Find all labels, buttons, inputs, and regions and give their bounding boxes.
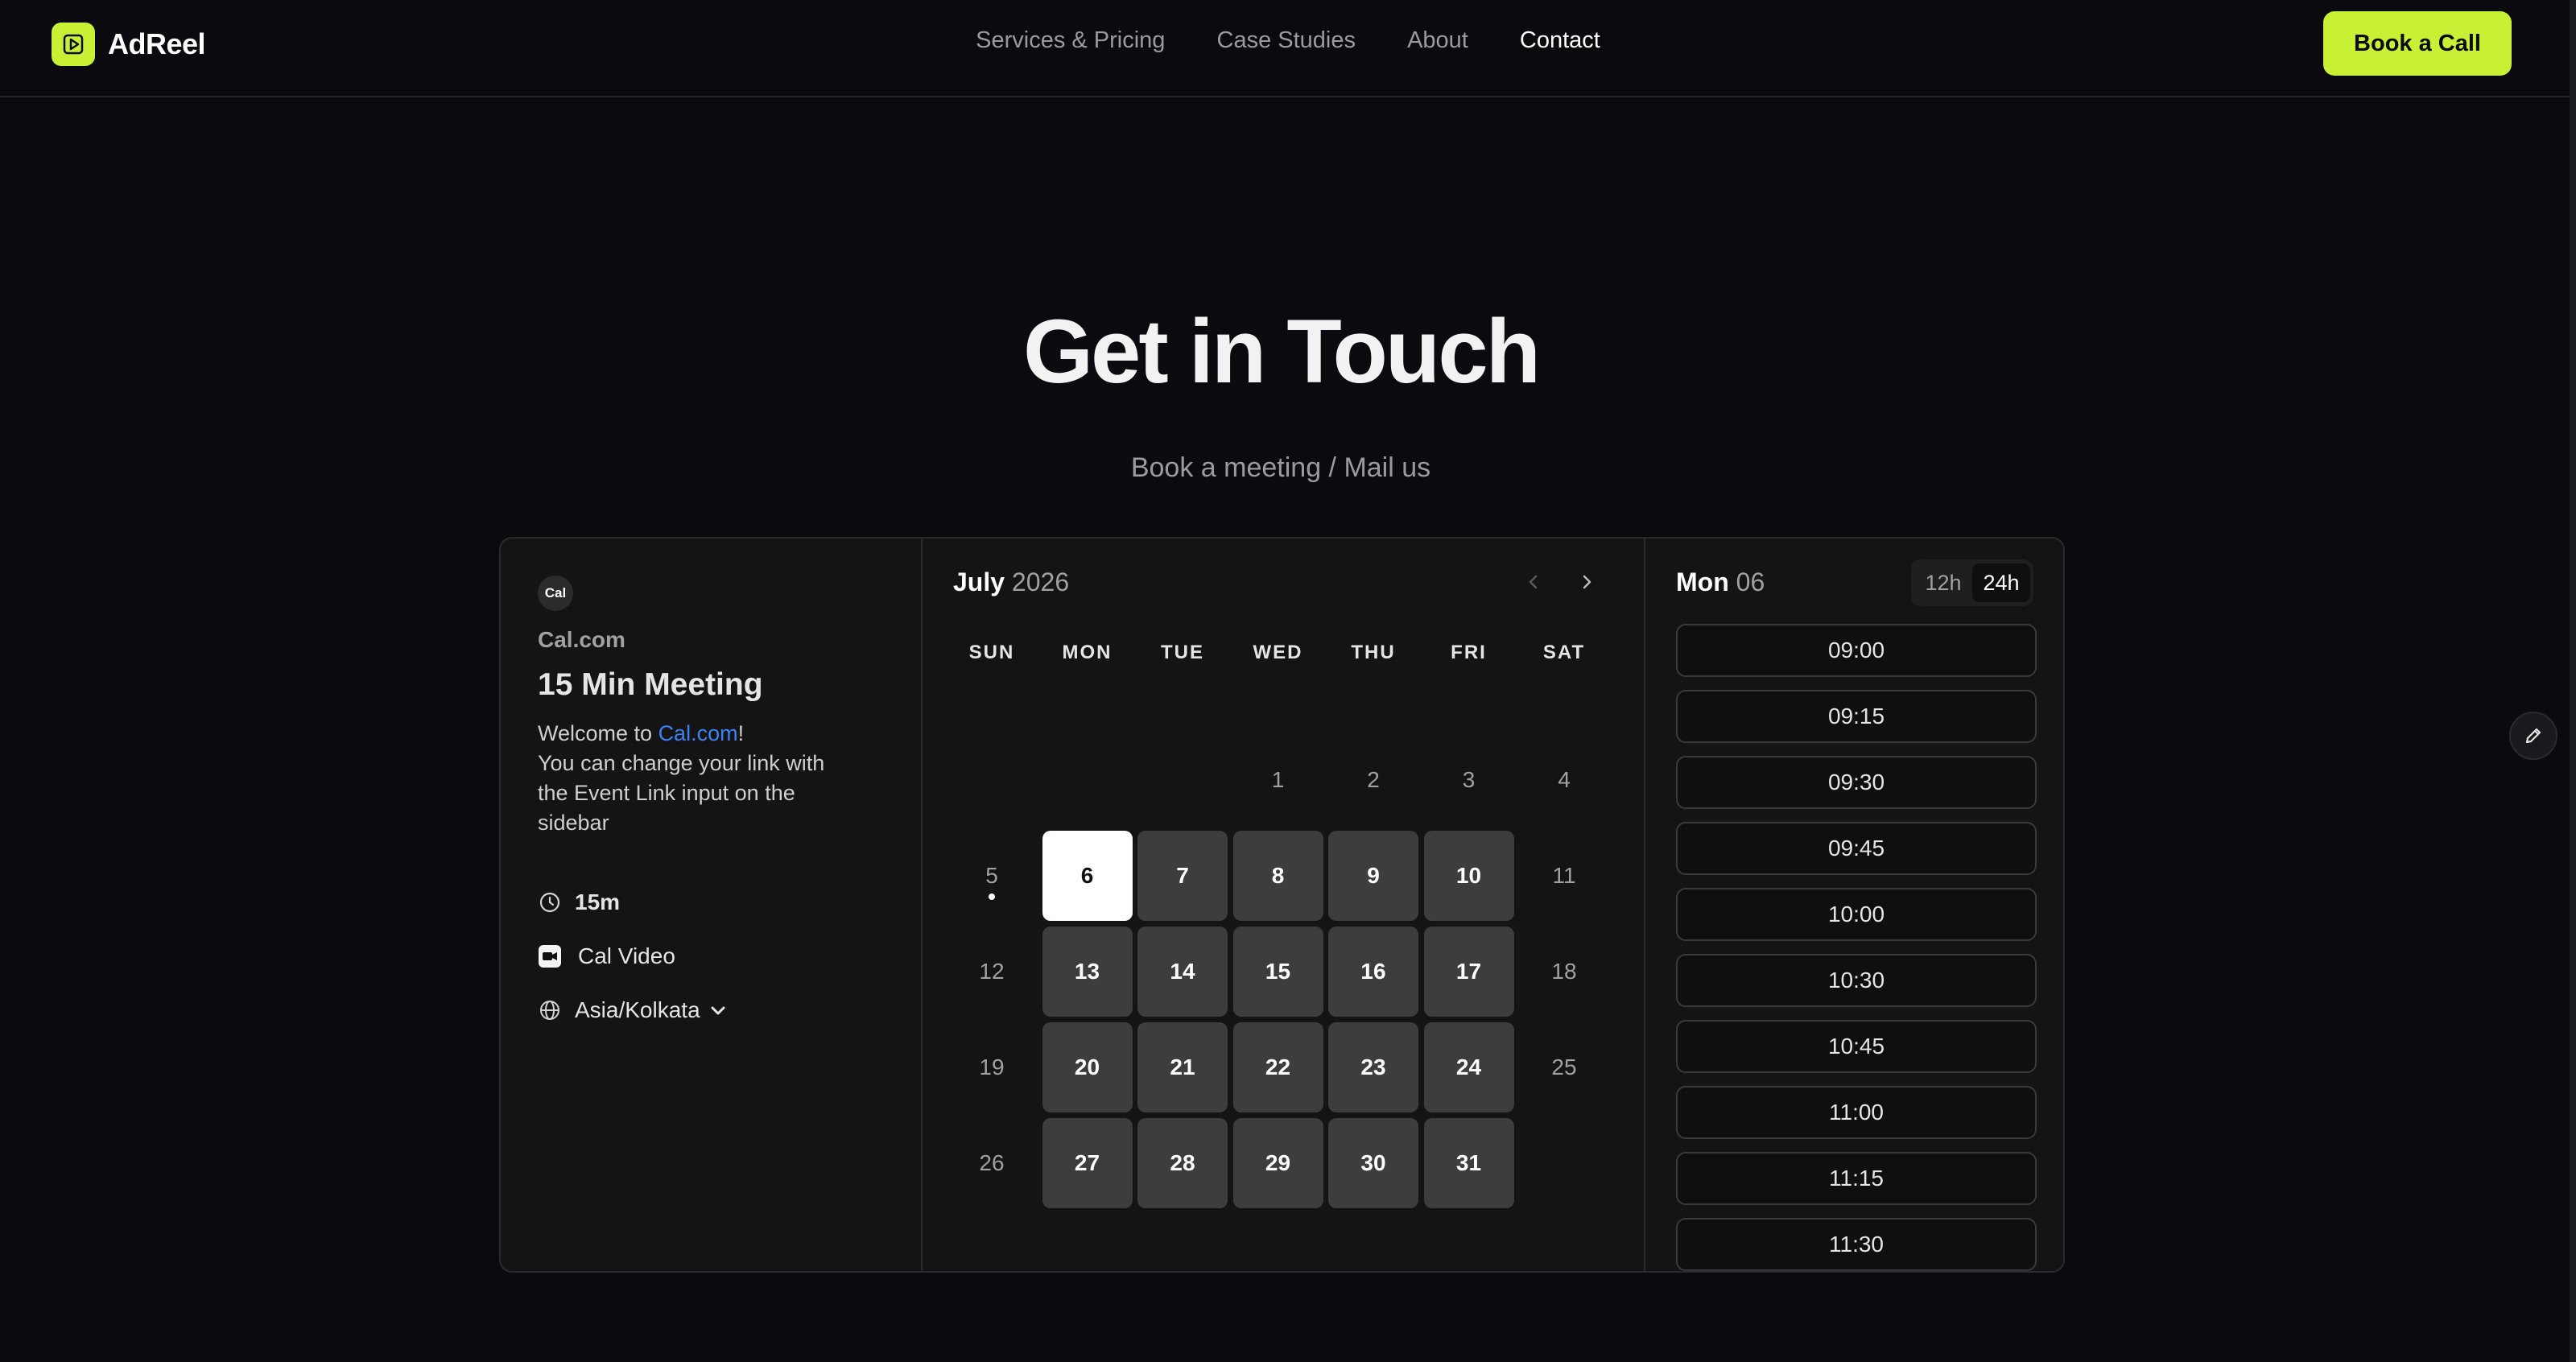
nav-link-services[interactable]: Services & Pricing [976, 27, 1165, 53]
edit-button[interactable] [2509, 712, 2557, 760]
chevron-down-icon [708, 1001, 728, 1020]
year-label: 2026 [1011, 568, 1070, 596]
time-slot-button[interactable]: 10:30 [1676, 954, 2037, 1007]
selected-date-label: Mon 06 [1676, 568, 1765, 597]
calendar-day: 1 [1271, 767, 1285, 792]
time-format-toggle: 12h 24h [1911, 559, 2033, 606]
calendar-day: 12 [979, 959, 1005, 984]
time-slot-button[interactable]: 11:15 [1676, 1152, 2037, 1205]
calendar-day-available[interactable]: 16 [1328, 927, 1418, 1017]
calendar-day-available[interactable]: 31 [1423, 1118, 1514, 1208]
calendar-day: 25 [1551, 1055, 1577, 1079]
calendar-day-available[interactable]: 20 [1042, 1022, 1133, 1112]
calendar-day: 2 [1367, 767, 1380, 792]
location-value: Cal Video [578, 943, 675, 968]
weekday-label: THU [1351, 642, 1396, 663]
globe-icon [538, 998, 562, 1022]
timezone-value: Asia/Kolkata [575, 997, 700, 1022]
time-slot-button[interactable]: 09:15 [1676, 690, 2037, 743]
prev-month-button[interactable] [1521, 568, 1546, 596]
description-prefix: Welcome to [538, 721, 658, 745]
calendar-day-available[interactable]: 9 [1328, 831, 1418, 921]
nav-link-about[interactable]: About [1407, 27, 1468, 53]
book-a-call-button[interactable]: Book a Call [2323, 11, 2512, 76]
organizer-name: Cal.com [538, 627, 625, 652]
calendar-day-available[interactable]: 30 [1328, 1118, 1418, 1208]
today-indicator [989, 894, 995, 900]
weekday-label: FRI [1451, 642, 1487, 663]
time-slot-button[interactable]: 09:00 [1676, 624, 2037, 677]
nav-links: Services & Pricing Case Studies About Co… [0, 27, 2576, 54]
nav-link-case-studies[interactable]: Case Studies [1217, 27, 1356, 53]
event-description: Welcome to Cal.com! You can change your … [538, 719, 860, 838]
duration-row: 15m [538, 889, 620, 915]
calendar-day-available[interactable]: 24 [1423, 1022, 1514, 1112]
event-info-panel: Cal Cal.com 15 Min Meeting Welcome to Ca… [501, 539, 923, 1271]
booking-widget: Cal Cal.com 15 Min Meeting Welcome to Ca… [499, 537, 2065, 1273]
calendar-day: 3 [1462, 767, 1476, 792]
event-title: 15 Min Meeting [538, 667, 763, 702]
timezone-select[interactable]: Asia/Kolkata [538, 997, 728, 1023]
format-12h-button[interactable]: 12h [1914, 563, 1972, 602]
month-label: July 2026 [953, 568, 1069, 597]
calendar-panel: July 2026 SUN MON TUE WED THU FRI SAT 12345678… [923, 539, 1645, 1271]
location-row: Cal Video [538, 943, 675, 969]
top-nav: AdReel Services & Pricing Case Studies A… [0, 0, 2576, 97]
calendar-day-available[interactable]: 29 [1232, 1118, 1323, 1208]
selected-day-number: 06 [1736, 568, 1765, 596]
next-month-button[interactable] [1575, 568, 1599, 596]
weekday-label: TUE [1161, 642, 1204, 663]
time-slot-button[interactable]: 11:00 [1676, 1086, 2037, 1139]
calendar-day: 11 [1552, 863, 1576, 888]
time-slot-button[interactable]: 10:45 [1676, 1020, 2037, 1073]
calendar-day-available[interactable]: 7 [1137, 831, 1228, 921]
time-slot-button[interactable]: 11:30 [1676, 1218, 2037, 1271]
selected-day-name: Mon [1676, 568, 1729, 596]
time-slots-panel: Mon 06 12h 24h 09:00 09:15 09:30 09:45 10:00… [1645, 539, 2063, 1271]
format-24h-button[interactable]: 24h [1972, 563, 2030, 602]
avatar: Cal [538, 576, 573, 611]
calendar-day-available[interactable]: 13 [1042, 927, 1133, 1017]
calendar-day-available[interactable]: 21 [1137, 1022, 1228, 1112]
time-slot-button[interactable]: 09:30 [1676, 756, 2037, 809]
video-icon [538, 944, 562, 968]
calendar-day: 26 [979, 1150, 1005, 1175]
calendar-day-available[interactable]: 22 [1232, 1022, 1323, 1112]
calendar-day-available[interactable]: 17 [1423, 927, 1514, 1017]
pencil-icon [2525, 728, 2541, 744]
calendar-day-available[interactable]: 23 [1328, 1022, 1418, 1112]
description-link[interactable]: Cal.com [658, 721, 738, 745]
weekday-label: SAT [1542, 642, 1586, 663]
clock-icon [538, 890, 562, 914]
calendar-day: 19 [979, 1055, 1005, 1079]
calendar-day-available[interactable]: 27 [1042, 1118, 1133, 1208]
time-slot-button[interactable]: 10:00 [1676, 888, 2037, 941]
calendar-day: 4 [1558, 767, 1571, 792]
scrollbar[interactable] [2570, 0, 2576, 1362]
chevron-left-icon [1529, 575, 1538, 589]
calendar-day-available[interactable]: 28 [1137, 1118, 1228, 1208]
description-suffix: ! [737, 721, 745, 745]
weekday-label: SUN [968, 642, 1015, 663]
calendar-day: 18 [1551, 959, 1577, 984]
calendar-day: 5 [985, 863, 998, 888]
page-title: Get in Touch [1022, 301, 1541, 402]
time-slot-button[interactable]: 09:45 [1676, 822, 2037, 875]
calendar-day-available[interactable]: 14 [1137, 927, 1228, 1017]
calendar-day-available[interactable]: 10 [1423, 831, 1514, 921]
calendar-day-available[interactable]: 15 [1232, 927, 1323, 1017]
weekday-label: MON [1062, 642, 1113, 663]
duration-value: 15m [575, 889, 621, 914]
chevron-right-icon [1583, 575, 1591, 589]
page-subtitle: Book a meeting / Mail us [1130, 452, 1431, 483]
calendar-day-selected[interactable]: 6 [1042, 831, 1133, 921]
description-line2: You can change your link with the Event … [538, 751, 825, 835]
weekday-label: WED [1253, 642, 1303, 663]
nav-link-contact[interactable]: Contact [1520, 27, 1600, 53]
calendar-day-available[interactable]: 8 [1232, 831, 1323, 921]
month-name: July [953, 568, 1005, 596]
